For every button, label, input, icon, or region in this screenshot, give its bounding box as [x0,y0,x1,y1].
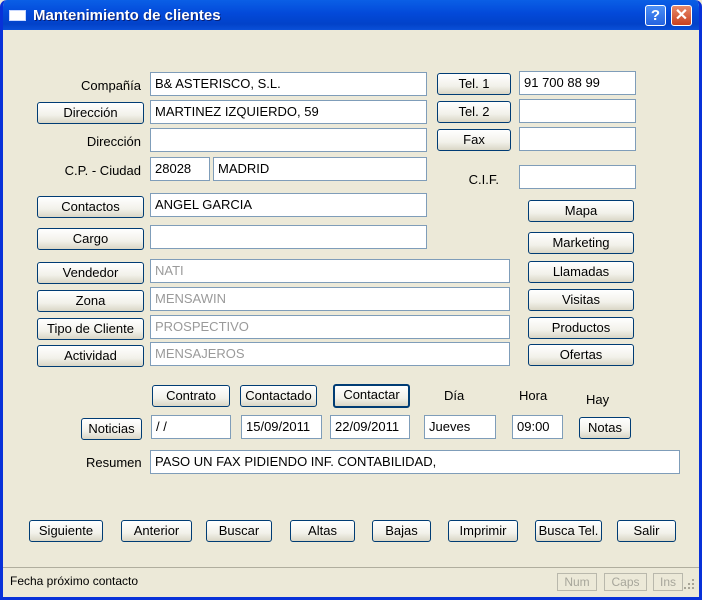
label-cp-ciudad: C.P. - Ciudad [64,163,141,178]
status-bar: Fecha próximo contacto Num Caps Ins [3,567,699,597]
noticias-fecha-field[interactable]: / / [151,415,231,439]
close-button[interactable]: ✕ [671,5,692,26]
tel1-button[interactable]: Tel. 1 [437,73,511,95]
contrato-button[interactable]: Contrato [152,385,230,407]
actividad-field: MENSAJEROS [150,342,510,366]
salir-button[interactable]: Salir [617,520,676,542]
status-text: Fecha próximo contacto [10,574,139,588]
marketing-button[interactable]: Marketing [528,232,634,254]
hora-field[interactable]: 09:00 [512,415,563,439]
llamadas-button[interactable]: Llamadas [528,261,634,283]
main-window: Mantenimiento de clientes ? ✕ Compañía B… [0,0,702,600]
productos-button[interactable]: Productos [528,317,634,339]
cif-field[interactable] [519,165,636,189]
fax-button[interactable]: Fax [437,129,511,151]
ins-indicator: Ins [653,573,683,591]
zona-field: MENSAWIN [150,287,510,311]
tipo-cliente-button[interactable]: Tipo de Cliente [37,318,144,340]
tel2-button[interactable]: Tel. 2 [437,101,511,123]
caps-indicator: Caps [604,573,647,591]
cp-field[interactable]: 28028 [150,157,210,181]
label-hay: Hay [586,392,610,407]
tel2-field[interactable] [519,99,636,123]
label-cif: C.I.F. [468,172,499,187]
label-direccion2: Dirección [86,134,141,149]
ofertas-button[interactable]: Ofertas [528,344,634,366]
actividad-button[interactable]: Actividad [37,345,144,367]
direccion-button[interactable]: Dirección [37,102,144,124]
contactar-button[interactable]: Contactar [333,384,410,408]
cargo-field[interactable] [150,225,427,249]
label-hora: Hora [519,388,548,403]
visitas-button[interactable]: Visitas [528,289,634,311]
label-resumen: Resumen [86,455,142,470]
cargo-button[interactable]: Cargo [37,228,144,250]
siguiente-button[interactable]: Siguiente [29,520,103,542]
notas-button[interactable]: Notas [579,417,631,439]
help-button[interactable]: ? [645,5,666,26]
vendedor-field: NATI [150,259,510,283]
contactos-field[interactable]: ANGEL GARCIA [150,193,427,217]
label-dia: Día [444,388,465,403]
window-icon [9,10,26,21]
zona-button[interactable]: Zona [37,290,144,312]
compania-field[interactable]: B& ASTERISCO, S.L. [150,72,427,96]
fax-field[interactable] [519,127,636,151]
num-indicator: Num [557,573,597,591]
noticias-button[interactable]: Noticias [81,418,142,440]
busca-tel-button[interactable]: Busca Tel. [535,520,602,542]
direccion-field[interactable]: MARTINEZ IZQUIERDO, 59 [150,100,427,124]
contactos-button[interactable]: Contactos [37,196,144,218]
tel1-field[interactable]: 91 700 88 99 [519,71,636,95]
window-title: Mantenimiento de clientes [33,7,221,24]
ciudad-field[interactable]: MADRID [213,157,427,181]
contactar-fecha-field[interactable]: 22/09/2011 [330,415,410,439]
altas-button[interactable]: Altas [290,520,355,542]
mapa-button[interactable]: Mapa [528,200,634,222]
resize-grip-icon[interactable] [683,578,695,590]
anterior-button[interactable]: Anterior [121,520,192,542]
vendedor-button[interactable]: Vendedor [37,262,144,284]
tipo-cliente-field: PROSPECTIVO [150,315,510,339]
contactado-fecha-field[interactable]: 15/09/2011 [241,415,322,439]
title-bar[interactable]: Mantenimiento de clientes ? ✕ [3,0,699,30]
direccion2-field[interactable] [150,128,427,152]
resumen-field[interactable]: PASO UN FAX PIDIENDO INF. CONTABILIDAD, [150,450,680,474]
label-compania: Compañía [81,78,141,93]
contactado-button[interactable]: Contactado [240,385,317,407]
imprimir-button[interactable]: Imprimir [448,520,518,542]
buscar-button[interactable]: Buscar [206,520,272,542]
bajas-button[interactable]: Bajas [372,520,431,542]
dia-field[interactable]: Jueves [424,415,496,439]
